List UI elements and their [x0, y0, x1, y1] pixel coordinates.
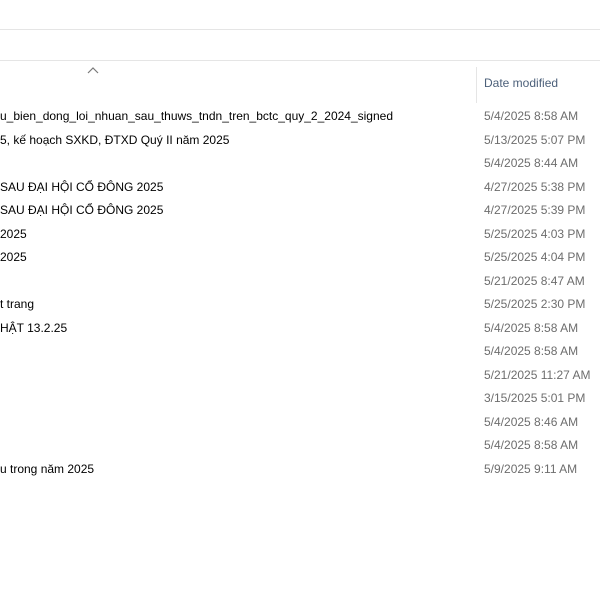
- file-date-modified: 5/4/2025 8:44 AM: [484, 156, 579, 170]
- file-date-modified: 5/21/2025 8:47 AM: [484, 273, 585, 288]
- file-row[interactable]: 5/21/2025 8:47 AM: [0, 269, 600, 293]
- file-row[interactable]: 5/4/2025 8:58 AM: [0, 339, 600, 363]
- file-name: 5, kế hoạch SXKD, ĐTXD Quý II năm 2025: [0, 132, 230, 147]
- file-row[interactable]: u_bien_dong_loi_nhuan_sau_thuws_tndn_tre…: [0, 104, 600, 128]
- column-separator[interactable]: [476, 67, 477, 103]
- date-modified-column-header[interactable]: Date modified: [484, 76, 558, 90]
- file-list: u_bien_dong_loi_nhuan_sau_thuws_tndn_tre…: [0, 104, 600, 480]
- file-row[interactable]: SAU ĐẠI HỘI CỔ ĐÔNG 2025 4/27/2025 5:38 P…: [0, 175, 600, 199]
- file-row[interactable]: 2025 5/25/2025 4:04 PM: [0, 245, 600, 269]
- file-date-modified: 5/21/2025 11:27 AM: [484, 367, 591, 382]
- sort-ascending-icon[interactable]: [86, 65, 100, 75]
- file-name: 2025: [0, 250, 27, 264]
- file-row[interactable]: u trong năm 2025 5/9/2025 9:11 AM: [0, 457, 600, 481]
- file-name: SAU ĐẠI HỘI CỔ ĐÔNG 2025: [0, 203, 164, 217]
- file-name: t trang: [0, 297, 35, 311]
- file-name: u trong năm 2025: [0, 461, 95, 476]
- file-name: HẬT 13.2.25: [0, 320, 68, 335]
- file-row[interactable]: 5, kế hoạch SXKD, ĐTXD Quý II năm 2025 5/…: [0, 128, 600, 152]
- file-row[interactable]: 5/4/2025 8:46 AM: [0, 410, 600, 434]
- file-date-modified: 3/15/2025 5:01 PM: [484, 391, 586, 405]
- file-date-modified: 5/4/2025 8:58 AM: [484, 320, 579, 335]
- file-row[interactable]: 5/4/2025 8:58 AM: [0, 433, 600, 457]
- file-row[interactable]: 5/21/2025 11:27 AM: [0, 363, 600, 387]
- file-date-modified: 5/25/2025 4:03 PM: [484, 226, 586, 241]
- file-row[interactable]: HẬT 13.2.25 5/4/2025 8:58 AM: [0, 316, 600, 340]
- file-date-modified: 5/25/2025 4:04 PM: [484, 250, 586, 264]
- file-date-modified: 5/9/2025 9:11 AM: [484, 461, 578, 476]
- file-row[interactable]: t trang 5/25/2025 2:30 PM: [0, 292, 600, 316]
- file-date-modified: 4/27/2025 5:38 PM: [484, 179, 586, 194]
- file-date-modified: 5/4/2025 8:58 AM: [484, 438, 579, 452]
- file-date-modified: 5/25/2025 2:30 PM: [484, 297, 586, 311]
- file-row[interactable]: 2025 5/25/2025 4:03 PM: [0, 222, 600, 246]
- file-date-modified: 5/13/2025 5:07 PM: [484, 132, 586, 147]
- title-bar-strip: [0, 0, 600, 30]
- file-date-modified: 5/4/2025 8:58 AM: [484, 344, 579, 358]
- file-name: 2025: [0, 226, 27, 241]
- file-row[interactable]: 3/15/2025 5:01 PM: [0, 386, 600, 410]
- file-date-modified: 4/27/2025 5:39 PM: [484, 203, 586, 217]
- file-date-modified: 5/4/2025 8:58 AM: [484, 109, 579, 123]
- file-date-modified: 5/4/2025 8:46 AM: [484, 414, 579, 429]
- file-name: SAU ĐẠI HỘI CỔ ĐÔNG 2025: [0, 179, 164, 194]
- column-header-row: Date modified: [0, 61, 600, 103]
- address-bar-strip: [0, 30, 600, 61]
- file-row[interactable]: SAU ĐẠI HỘI CỔ ĐÔNG 2025 4/27/2025 5:39 P…: [0, 198, 600, 222]
- file-name: u_bien_dong_loi_nhuan_sau_thuws_tndn_tre…: [0, 109, 394, 123]
- file-row[interactable]: 5/4/2025 8:44 AM: [0, 151, 600, 175]
